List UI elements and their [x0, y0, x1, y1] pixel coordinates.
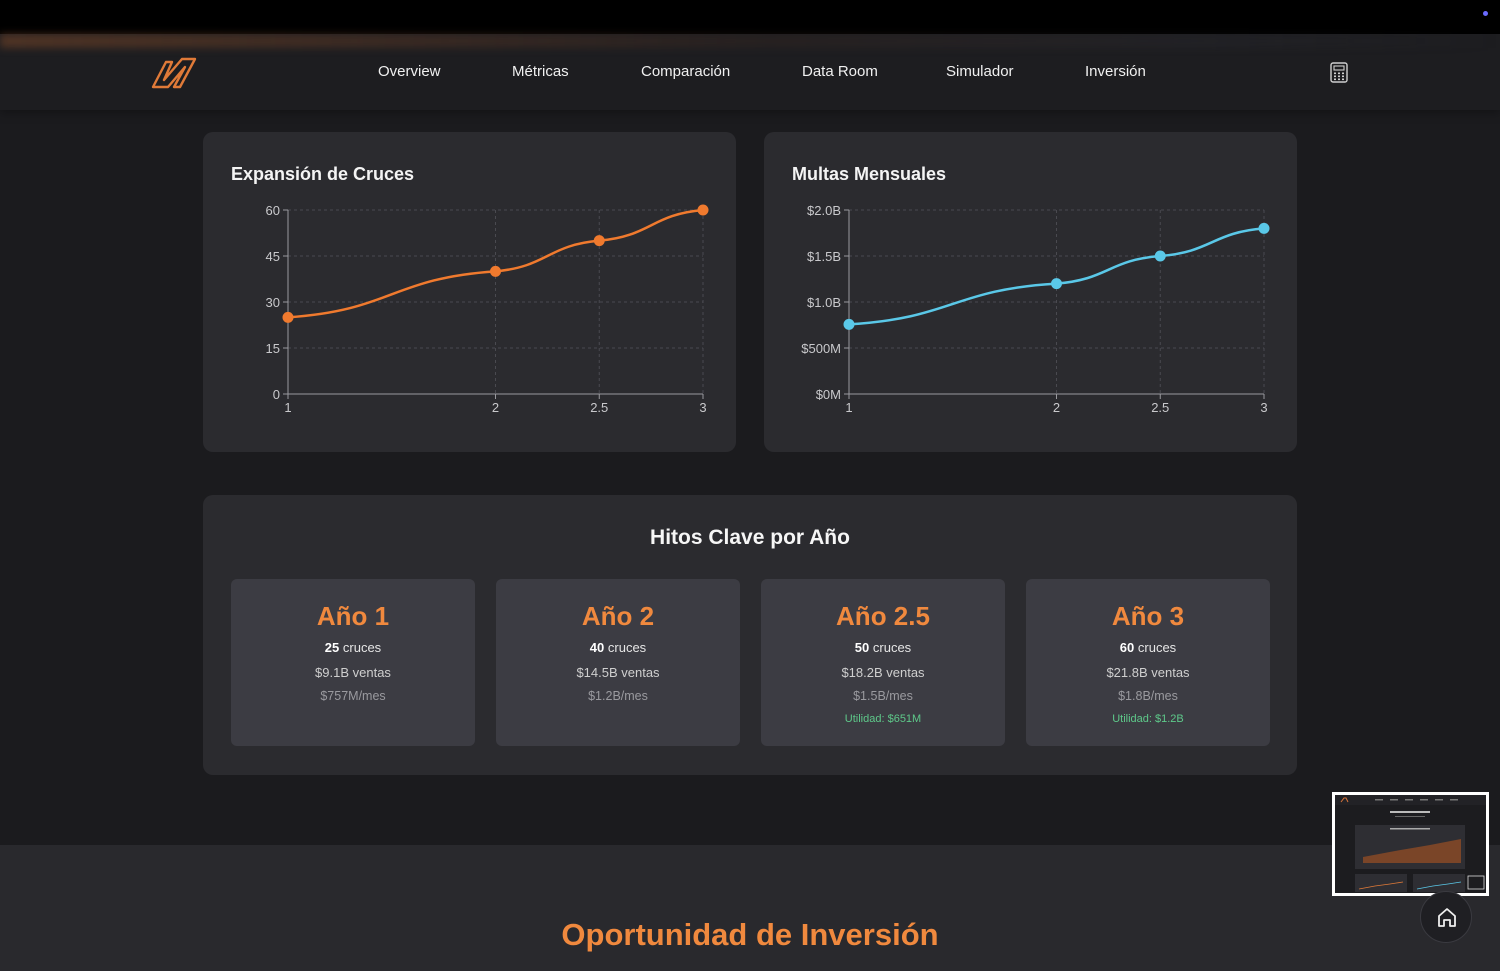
- cruces-count: 40: [589, 640, 605, 655]
- milestone-year: Año 2: [581, 601, 655, 631]
- data-point: [843, 318, 855, 330]
- calculator-icon[interactable]: [1330, 62, 1348, 83]
- milestone-ventas: $18.2B ventas: [841, 665, 925, 680]
- milestone-cruces: 60 cruces: [1026, 640, 1270, 655]
- cruces-count: 60: [1119, 640, 1135, 655]
- y-tick-label: $500M: [801, 341, 841, 356]
- milestone-cruces: 50 cruces: [761, 640, 1005, 655]
- milestone-monthly: $1.5B/mes: [853, 689, 913, 703]
- cruces-label: cruces: [872, 640, 912, 655]
- y-tick-label: 15: [266, 341, 280, 356]
- chart-card-multas: Multas Mensuales $0M $500M $1.0B $1.5B $2.0B…: [764, 132, 1297, 452]
- milestone-year: Año 1: [316, 601, 390, 631]
- cruces-label: cruces: [342, 640, 382, 655]
- home-button[interactable]: [1420, 891, 1472, 943]
- x-tick-label: 2: [1053, 400, 1060, 415]
- cruces-count: 25: [324, 640, 340, 655]
- cruces-label: cruces: [1137, 640, 1177, 655]
- milestone-cruces: 40 cruces: [496, 640, 740, 655]
- data-point: [490, 265, 501, 277]
- nav-comparacion[interactable]: Comparación: [641, 63, 730, 80]
- data-point: [593, 235, 605, 247]
- page-minimap[interactable]: [1332, 792, 1489, 896]
- nav-metricas[interactable]: Métricas: [512, 63, 569, 80]
- x-tick-label: 1: [284, 400, 291, 415]
- y-tick-label: $0M: [816, 387, 841, 402]
- nav-overview[interactable]: Overview: [378, 63, 441, 80]
- cruces-line-chart: 0 15 30 45 60 1 2 2.5 3: [266, 203, 709, 415]
- nav-links: Overview Métricas Comparación Data Room …: [0, 34, 1500, 110]
- cruces-label: cruces: [607, 640, 647, 655]
- investment-section: Oportunidad de Inversión: [0, 845, 1500, 971]
- milestone-utilidad: Utilidad: $651M: [844, 713, 922, 725]
- nav-simulador[interactable]: Simulador: [946, 63, 1014, 80]
- y-tick-label: 0: [273, 387, 280, 402]
- x-tick-label: 1: [845, 400, 852, 415]
- data-point: [1154, 250, 1166, 262]
- y-tick-label: $1.0B: [807, 295, 841, 310]
- milestones-title: Hitos Clave por Año: [650, 526, 850, 549]
- y-tick-label: 30: [266, 295, 280, 310]
- milestone-card: Año 2 40 cruces $14.5B ventas $1.2B/mes: [496, 579, 740, 746]
- y-tick-label: $2.0B: [807, 203, 841, 218]
- window-top-bar: [0, 0, 1500, 34]
- y-tick-label: 45: [266, 249, 280, 264]
- y-tick-label: $1.5B: [807, 249, 841, 264]
- data-point: [1051, 278, 1062, 290]
- x-tick-label: 3: [1260, 400, 1267, 415]
- milestone-utilidad: Utilidad: $1.2B: [1112, 713, 1184, 725]
- milestone-ventas: $14.5B ventas: [576, 665, 660, 680]
- milestone-year: Año 3: [1111, 601, 1185, 631]
- chart-card-cruces: Expansión de Cruces 0 15 30 45 60 1 2 2.5 3: [203, 132, 736, 452]
- milestone-ventas: $21.8B ventas: [1106, 665, 1190, 680]
- multas-line-chart: $0M $500M $1.0B $1.5B $2.0B 1 2 2.5 3: [801, 203, 1270, 415]
- x-tick-label: 2.5: [1151, 400, 1169, 415]
- milestones-panel: Hitos Clave por Año Año 1 25 cruces $9.1…: [203, 495, 1297, 775]
- milestone-monthly: $1.2B/mes: [588, 689, 648, 703]
- x-tick-label: 2: [492, 400, 499, 415]
- nav-inversion[interactable]: Inversión: [1085, 63, 1146, 80]
- milestone-monthly: $757M/mes: [320, 689, 386, 703]
- x-tick-label: 2.5: [590, 400, 608, 415]
- minimap-preview: [1335, 795, 1486, 892]
- milestone-card: Año 1 25 cruces $9.1B ventas $757M/mes: [231, 579, 475, 746]
- data-point: [697, 204, 709, 216]
- data-point: [1258, 222, 1270, 234]
- x-tick-label: 3: [699, 400, 706, 415]
- milestone-card: Año 3 60 cruces $21.8B ventas $1.8B/mes …: [1026, 579, 1270, 746]
- milestone-monthly: $1.8B/mes: [1118, 689, 1178, 703]
- milestone-year: Año 2.5: [836, 601, 930, 631]
- cruces-count: 50: [854, 640, 870, 655]
- navbar: Overview Métricas Comparación Data Room …: [0, 34, 1500, 110]
- milestone-ventas: $9.1B ventas: [315, 665, 391, 680]
- data-point: [282, 311, 294, 323]
- y-tick-label: 60: [266, 203, 280, 218]
- nav-data-room[interactable]: Data Room: [802, 63, 878, 80]
- milestone-cruces: 25 cruces: [231, 640, 475, 655]
- section-title: Oportunidad de Inversión: [561, 917, 939, 952]
- milestone-card: Año 2.5 50 cruces $18.2B ventas $1.5B/me…: [761, 579, 1005, 746]
- status-dot: [1483, 11, 1488, 16]
- home-icon: [1438, 908, 1456, 927]
